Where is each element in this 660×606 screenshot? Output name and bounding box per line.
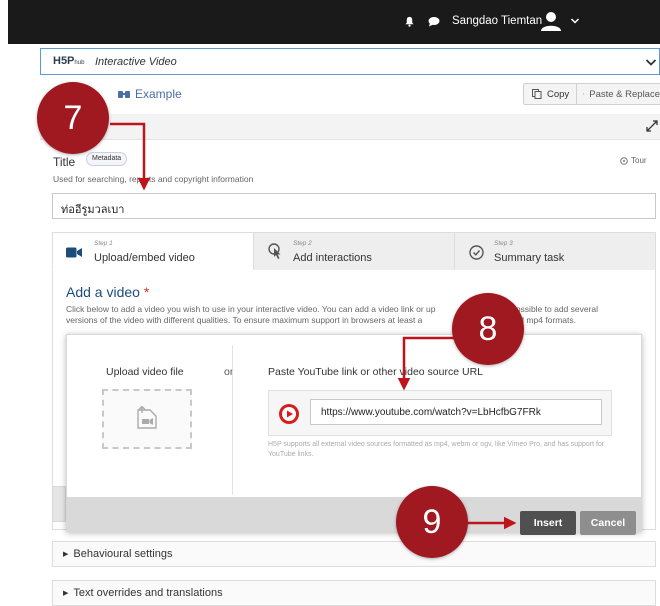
paste-icon bbox=[583, 93, 585, 95]
video-url-input[interactable]: https://www.youtube.com/watch?v=LbHcfbG7… bbox=[310, 399, 602, 425]
insert-button[interactable]: Insert bbox=[520, 511, 576, 535]
tab-step-label: Step 2 bbox=[293, 240, 312, 247]
top-bar: Sangdao Tiemtan bbox=[8, 0, 660, 44]
tab-name: Upload/embed video bbox=[94, 252, 195, 264]
dialog-divider bbox=[232, 345, 233, 495]
title-description: Used for searching, reports and copyrigh… bbox=[53, 174, 254, 184]
text-overrides-section[interactable]: ▶ Text overrides and translations bbox=[52, 580, 656, 606]
content-type-selector[interactable]: H5Phub Interactive Video bbox=[40, 48, 660, 75]
fullscreen-icon[interactable] bbox=[646, 120, 658, 132]
content-type-name: Interactive Video bbox=[95, 56, 177, 68]
username[interactable]: Sangdao Tiemtan bbox=[452, 15, 542, 27]
tab-step-label: Step 3 bbox=[494, 240, 513, 247]
upload-video-dropzone[interactable] bbox=[102, 389, 192, 449]
title-input[interactable]: ท่ออีรูมวลเบา bbox=[52, 193, 656, 219]
add-video-heading: Add a video * bbox=[66, 284, 150, 300]
h5p-logo: H5Phub bbox=[53, 55, 85, 67]
tab-step-label: Step 1 bbox=[94, 240, 113, 247]
chevron-down-icon[interactable] bbox=[570, 17, 580, 25]
tab-upload-embed-video[interactable]: Step 1 Upload/embed video bbox=[52, 232, 254, 270]
tab-name: Add interactions bbox=[293, 252, 372, 264]
tour-icon bbox=[620, 156, 628, 165]
chevron-down-icon[interactable] bbox=[645, 58, 657, 67]
check-circle-icon bbox=[469, 245, 484, 260]
metadata-button[interactable]: Metadata bbox=[86, 152, 128, 166]
tour-link[interactable]: Tour bbox=[620, 156, 647, 165]
copy-icon bbox=[532, 89, 542, 99]
callout-badge-8: 8 bbox=[452, 293, 524, 365]
add-video-description: Click below to add a video you wish to u… bbox=[66, 304, 599, 325]
interaction-icon bbox=[268, 243, 281, 259]
callout-badge-9: 9 bbox=[396, 486, 468, 558]
tab-summary-task[interactable]: Step 3 Summary task bbox=[455, 232, 656, 270]
paste-replace-button[interactable]: Paste & Replace bbox=[576, 83, 660, 105]
step-tabs: Step 1 Upload/embed video Step 2 Add int… bbox=[52, 232, 656, 270]
tab-add-interactions[interactable]: Step 2 Add interactions bbox=[254, 232, 455, 270]
upload-video-icon bbox=[137, 406, 157, 429]
callout-badge-7: 7 bbox=[37, 82, 109, 154]
tab-name: Summary task bbox=[494, 252, 565, 264]
copy-button[interactable]: Copy bbox=[523, 83, 579, 105]
avatar[interactable] bbox=[540, 10, 562, 32]
background-button-edge bbox=[52, 486, 66, 522]
editor-actions-row: Example Copy Paste & Replace bbox=[40, 82, 660, 108]
example-label: Example bbox=[135, 87, 182, 101]
paste-url-title: Paste YouTube link or other video source… bbox=[268, 366, 483, 378]
url-help-text: H5P supports all external video sources … bbox=[268, 441, 605, 458]
caret-right-icon: ▶ bbox=[63, 590, 69, 597]
youtube-icon bbox=[279, 404, 299, 424]
title-label: Title bbox=[53, 155, 76, 169]
camera-icon bbox=[66, 247, 82, 258]
chat-icon[interactable] bbox=[428, 16, 440, 27]
example-icon bbox=[118, 91, 130, 98]
behavioural-settings-section[interactable]: ▶ Behavioural settings bbox=[52, 541, 656, 567]
editor-header-bar bbox=[40, 114, 660, 140]
cancel-button[interactable]: Cancel bbox=[580, 511, 636, 535]
bell-icon[interactable] bbox=[404, 16, 415, 27]
caret-right-icon: ▶ bbox=[63, 551, 69, 558]
example-link[interactable]: Example bbox=[118, 87, 182, 101]
upload-video-title: Upload video file bbox=[106, 366, 184, 378]
